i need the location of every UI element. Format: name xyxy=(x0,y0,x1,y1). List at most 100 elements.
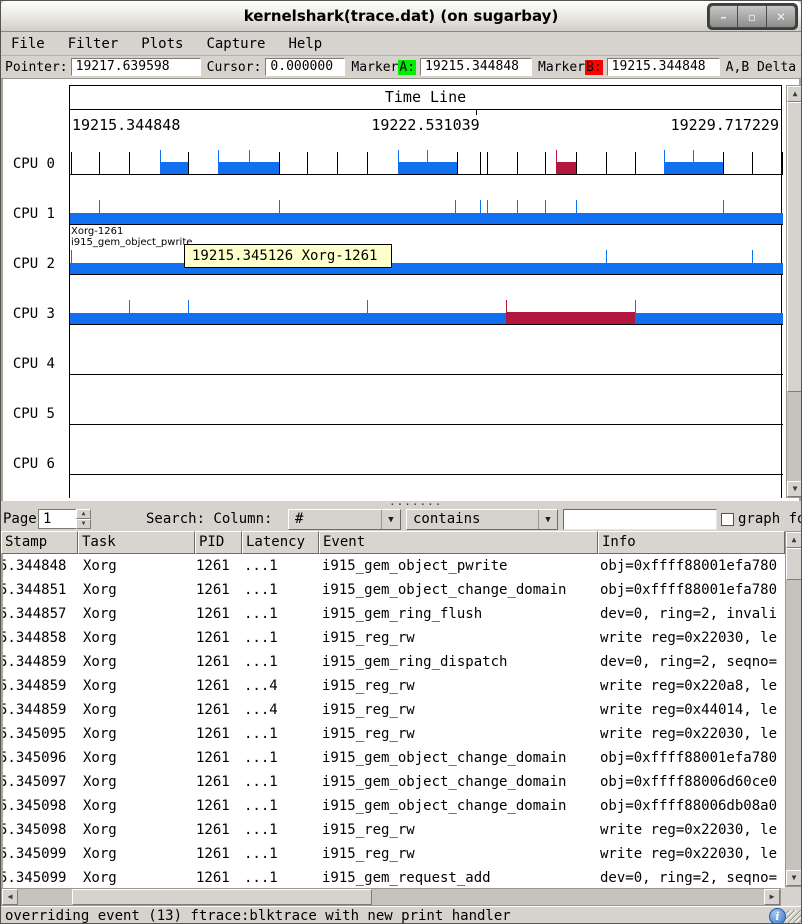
spin-down-icon[interactable]: ▼ xyxy=(76,519,91,529)
menu-item-capture[interactable]: Capture xyxy=(197,34,274,54)
column-header-task[interactable]: Task xyxy=(78,531,195,554)
spin-up-icon[interactable]: ▲ xyxy=(76,509,91,519)
page-spinbox[interactable]: 1 ▲ ▼ xyxy=(38,509,91,529)
cell-task: Xorg xyxy=(76,554,193,578)
menu-item-help[interactable]: Help xyxy=(279,34,331,54)
scroll-down-icon[interactable]: ▼ xyxy=(786,870,802,886)
event-tick xyxy=(367,152,368,174)
table-row[interactable]: 5.344857Xorg1261...1i915_gem_ring_flushd… xyxy=(3,602,785,626)
table-row[interactable]: 5.345098Xorg1261...1i915_gem_object_chan… xyxy=(3,794,785,818)
timeline-axis-tick xyxy=(476,109,477,115)
search-column-label: Search: Column: xyxy=(146,511,272,527)
cell-latency: ...1 xyxy=(240,866,317,888)
cell-stamp: 5.345099 xyxy=(1,842,76,866)
event-table: 5.344848Xorg1261...1i915_gem_object_pwri… xyxy=(1,554,785,888)
table-row[interactable]: 5.345099Xorg1261...1i915_reg_rwwrite reg… xyxy=(3,842,785,866)
graph-vscrollbar[interactable]: ▲ ▼ xyxy=(786,85,802,498)
table-hscrollbar[interactable]: ◀ ▶ xyxy=(1,888,781,906)
maximize-button[interactable]: ▫ xyxy=(738,5,767,28)
marker-b-badge[interactable]: B: xyxy=(585,60,603,75)
event-tick xyxy=(337,152,338,174)
task-bar xyxy=(160,162,188,174)
cell-event: i915_gem_object_pwrite xyxy=(317,554,596,578)
cell-pid: 1261 xyxy=(193,674,240,698)
task-bar xyxy=(398,162,457,174)
cell-event: i915_gem_object_change_domain xyxy=(317,578,596,602)
task-bar xyxy=(556,162,576,174)
status-text: overriding event (13) ftrace:blktrace wi… xyxy=(5,908,511,924)
event-tick xyxy=(782,152,783,174)
cell-event: i915_gem_ring_flush xyxy=(317,602,596,626)
cpu-row-label: CPU 2 xyxy=(3,256,61,272)
table-row[interactable]: 5.345095Xorg1261...1i915_reg_rwwrite reg… xyxy=(3,722,785,746)
page-label: Page xyxy=(3,511,37,527)
marker-b-label: Marker xyxy=(538,60,585,75)
column-select[interactable]: # ▼ xyxy=(288,509,401,530)
cell-pid: 1261 xyxy=(193,698,240,722)
table-vscroll-thumb[interactable] xyxy=(786,548,802,580)
resize-grip-icon[interactable] xyxy=(786,910,801,924)
graph-vscroll-thumb[interactable] xyxy=(787,102,802,392)
column-header-pid[interactable]: PID xyxy=(195,531,242,554)
titlebar[interactable]: kernelshark(trace.dat) (on sugarbay) – ▫… xyxy=(1,1,801,32)
table-row[interactable]: 5.344851Xorg1261...1i915_gem_object_chan… xyxy=(3,578,785,602)
table-row[interactable]: 5.344859Xorg1261...1i915_gem_ring_dispat… xyxy=(3,650,785,674)
minimize-button[interactable]: – xyxy=(709,5,738,28)
cell-pid: 1261 xyxy=(193,746,240,770)
page-value[interactable]: 1 xyxy=(38,509,76,529)
menu-item-plots[interactable]: Plots xyxy=(132,34,192,54)
table-row[interactable]: 5.344848Xorg1261...1i915_gem_object_pwri… xyxy=(3,554,785,578)
event-tick xyxy=(752,152,753,174)
table-row[interactable]: 5.344859Xorg1261...4i915_reg_rwwrite reg… xyxy=(3,698,785,722)
cell-latency: ...1 xyxy=(240,770,317,794)
scroll-left-icon[interactable]: ◀ xyxy=(2,889,18,905)
close-button[interactable]: ✕ xyxy=(767,5,796,28)
scroll-up-icon[interactable]: ▲ xyxy=(786,532,802,548)
cell-info: write reg=0x22030, le xyxy=(596,722,785,746)
table-row[interactable]: 5.345098Xorg1261...1i915_reg_rwwrite reg… xyxy=(3,818,785,842)
menu-item-filter[interactable]: Filter xyxy=(59,34,128,54)
task-bar xyxy=(70,213,783,224)
graph-follows-checkbox[interactable] xyxy=(721,513,734,526)
table-row[interactable]: 5.345096Xorg1261...1i915_gem_object_chan… xyxy=(3,746,785,770)
scroll-up-icon[interactable]: ▲ xyxy=(787,86,802,102)
table-row[interactable]: 5.344858Xorg1261...1i915_reg_rwwrite reg… xyxy=(3,626,785,650)
cell-stamp: 5.344857 xyxy=(1,602,76,626)
cell-task: Xorg xyxy=(76,650,193,674)
marker-a-badge[interactable]: A: xyxy=(398,60,416,75)
table-row[interactable]: 5.345097Xorg1261...1i915_gem_object_chan… xyxy=(3,770,785,794)
table-vscrollbar[interactable]: ▲ ▼ xyxy=(785,531,802,887)
pointer-value: 19217.639598 xyxy=(71,58,201,76)
cell-latency: ...1 xyxy=(240,626,317,650)
table-hscroll-thumb[interactable] xyxy=(72,889,372,905)
search-input[interactable] xyxy=(563,509,717,530)
task-bar xyxy=(506,312,635,324)
table-row[interactable]: 5.344859Xorg1261...4i915_reg_rwwrite reg… xyxy=(3,674,785,698)
cell-info: obj=0xffff88001efa780 xyxy=(596,578,785,602)
column-header-info[interactable]: Info xyxy=(598,531,785,554)
table-row[interactable]: 5.345099Xorg1261...1i915_gem_request_add… xyxy=(3,866,785,888)
event-tick xyxy=(188,152,189,174)
cell-task: Xorg xyxy=(76,698,193,722)
cell-stamp: 5.345097 xyxy=(1,770,76,794)
cell-event: i915_reg_rw xyxy=(317,674,596,698)
cell-pid: 1261 xyxy=(193,794,240,818)
cell-pid: 1261 xyxy=(193,602,240,626)
task-bar xyxy=(664,162,723,174)
match-select[interactable]: contains ▼ xyxy=(406,509,558,530)
scroll-down-icon[interactable]: ▼ xyxy=(787,481,802,497)
column-header-stamp[interactable]: Stamp xyxy=(1,531,78,554)
info-icon[interactable]: i xyxy=(769,908,786,924)
cpu-baseline xyxy=(70,474,783,475)
cell-pid: 1261 xyxy=(193,818,240,842)
cell-stamp: 5.345098 xyxy=(1,794,76,818)
menu-item-file[interactable]: File xyxy=(2,34,54,54)
column-header-event[interactable]: Event xyxy=(319,531,598,554)
cell-latency: ...1 xyxy=(240,794,317,818)
cell-latency: ...4 xyxy=(240,674,317,698)
cell-info: dev=0, ring=2, invali xyxy=(596,602,785,626)
scroll-right-icon[interactable]: ▶ xyxy=(764,889,780,905)
timeline-plot[interactable]: Time Line 19215.344848 19222.531039 1922… xyxy=(69,85,782,498)
pointer-label: Pointer: xyxy=(5,60,68,75)
column-header-latency[interactable]: Latency xyxy=(242,531,319,554)
